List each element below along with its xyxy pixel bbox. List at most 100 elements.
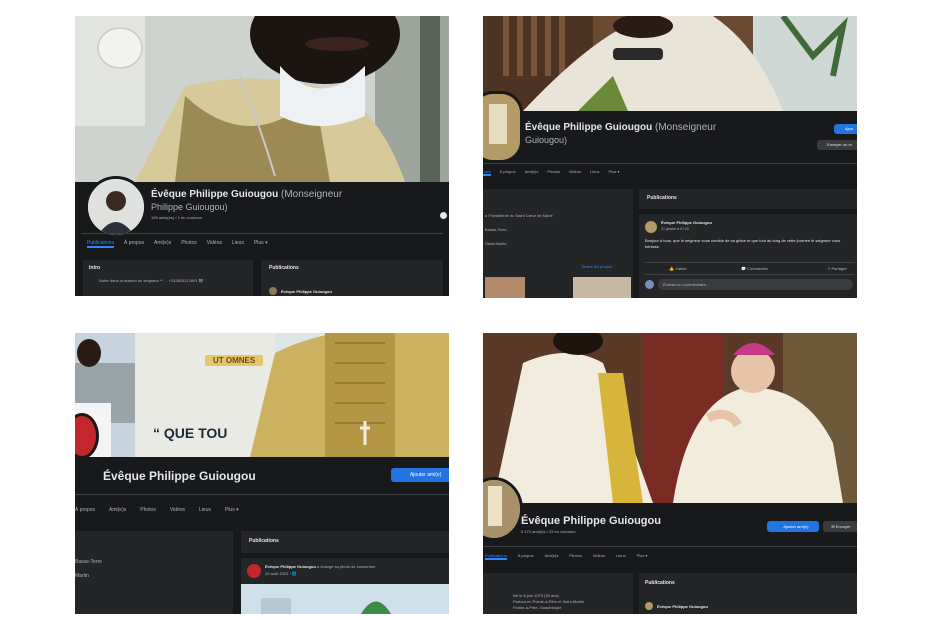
publications-card: Publications xyxy=(241,531,449,553)
tab-videos[interactable]: Vidéos xyxy=(207,240,222,248)
post-author[interactable]: Évêque Philippe Guiougou xyxy=(265,564,316,569)
profile-tabs: À propos Ami(e)s Photos Vidéos Lieux Plu… xyxy=(75,507,239,513)
friends-count: 165 amis(es) • 1 en commun xyxy=(151,215,202,220)
post-author[interactable]: Évêque Philippe Guiougou xyxy=(657,604,708,609)
post-card: Évêque Philippe Guiougou 21 janvier à 07… xyxy=(639,214,857,298)
friends-count: 5 473 ami(e)s • 23 en commun xyxy=(521,529,576,534)
intro-card: a l'Hostellerie du Saint Cœur de Marie B… xyxy=(483,189,633,298)
publications-card: Publications xyxy=(639,189,857,209)
tab-photos[interactable]: Photos xyxy=(140,507,156,513)
intro-title: Intro xyxy=(89,265,101,271)
tab-videos[interactable]: Vidéos xyxy=(593,553,605,560)
tab-more[interactable]: Plus ▾ xyxy=(609,169,620,176)
cover-photo: UT OMNES “ QUE TOU xyxy=(75,333,449,457)
send-message-button[interactable]: ✉ Envoyer xyxy=(823,521,857,532)
tab-more[interactable]: Plus ▾ xyxy=(637,553,648,560)
tab-videos[interactable]: Vidéos xyxy=(170,507,185,513)
intro-line: Partout en Pointe-à-Pitre et Saint-Marti… xyxy=(513,599,585,604)
intro-line: Pointe-à-Pitre, Guadeloupe xyxy=(513,605,562,610)
tab-friends[interactable]: Ami(e)s xyxy=(154,240,171,248)
profile-section: Évêque Philippe Guiougou (Monseigneur Gu… xyxy=(483,91,857,298)
profile-section: Évêque Philippe Guiougou 5 473 ami(e)s •… xyxy=(483,477,857,614)
profile-name: Évêque Philippe Guiougou (Monseigneur xyxy=(151,189,343,200)
send-message-button[interactable]: Envoyer un m xyxy=(817,140,857,150)
post-text: Bonjour à tous, que le seigneur vous com… xyxy=(645,238,841,249)
publications-card: Publications Évêque Philippe Guiougou xyxy=(261,260,443,296)
add-friend-button[interactable]: 👤 Ajouter ami(e) xyxy=(767,521,819,532)
tab-about[interactable]: À propos xyxy=(75,507,95,513)
see-all-photos-link[interactable]: Toutes les photos xyxy=(581,264,612,269)
photo-thumbnail[interactable] xyxy=(573,277,631,298)
profile-avatar[interactable] xyxy=(483,91,523,163)
photo-thumbnail[interactable] xyxy=(485,277,525,298)
tab-friends[interactable]: Ami(e)s xyxy=(109,507,126,513)
tab-friends[interactable]: Ami(e)s xyxy=(525,169,539,176)
publications-title: Publications xyxy=(647,195,677,201)
comment-button[interactable]: 💬 Commenter xyxy=(741,266,768,271)
tab-videos[interactable]: Vidéos xyxy=(569,169,581,176)
share-button[interactable]: ↗ Partager xyxy=(827,266,847,271)
cover-photo xyxy=(483,333,857,503)
post-avatar xyxy=(645,602,653,610)
tab-publications[interactable]: Publications xyxy=(87,240,114,248)
profile-alt-name: Philippe Guiougou) xyxy=(151,202,228,212)
tab-all[interactable]: Tout xyxy=(483,169,491,176)
post-action: a changé sa photo de couverture xyxy=(317,564,376,569)
profile-avatar[interactable] xyxy=(85,176,147,238)
tab-about[interactable]: À propos xyxy=(124,240,144,248)
publications-title: Publications xyxy=(249,538,279,544)
intro-line: Martin xyxy=(75,573,89,579)
tab-places[interactable]: Lieux xyxy=(232,240,244,248)
camera-icon[interactable] xyxy=(440,212,447,219)
post-author[interactable]: Évêque Philippe Guiougou xyxy=(661,220,712,225)
tab-more[interactable]: Plus ▾ xyxy=(254,240,268,248)
cover-photo xyxy=(75,16,449,182)
intro-line: Basse-Terre xyxy=(485,227,507,232)
intro-line: Né le 6 juin 1973 (50 ans) xyxy=(513,593,559,598)
comment-avatar xyxy=(645,280,654,289)
post-author[interactable]: Évêque Philippe Guiougou xyxy=(281,289,332,294)
like-button[interactable]: 👍 J'aime xyxy=(669,266,687,271)
profile-alt-name: Guiougou) xyxy=(525,135,568,145)
intro-line: a l'Hostellerie du Saint Cœur de Marie xyxy=(485,213,553,218)
tab-publications[interactable]: Publications xyxy=(485,553,507,560)
profile-tabs: Publications À propos Ami(e)s Photos Vid… xyxy=(87,240,268,248)
intro-line: Saint-Martin xyxy=(485,241,507,246)
add-friend-button[interactable]: 👤 Ajouter ami(e) xyxy=(391,468,449,482)
comment-input[interactable]: Écrivez un commentaire... xyxy=(658,279,853,290)
publications-card: Publications Évêque Philippe Guiougou xyxy=(639,573,857,614)
post-avatar xyxy=(269,287,277,295)
post-date[interactable]: 20 août 2023 · 🌐 xyxy=(265,571,297,576)
tab-places[interactable]: Lieux xyxy=(199,507,211,513)
banner-quote: “ QUE TOU xyxy=(153,425,228,441)
intro-card: Né le 6 juin 1973 (50 ans) Partout en Po… xyxy=(483,573,633,614)
post-image[interactable] xyxy=(241,584,449,614)
post-avatar xyxy=(247,564,261,578)
profile-section: Évêque Philippe Guiougou 👤 Ajouter ami(e… xyxy=(75,457,449,614)
tab-about[interactable]: À propos xyxy=(500,169,516,176)
profile-tabs: Publications À propos Ami(e)s Photos Vid… xyxy=(485,553,647,560)
tab-about[interactable]: À propos xyxy=(518,553,534,560)
screenshot-panel-1: Évêque Philippe Guiougou (Monseigneur Ph… xyxy=(75,16,449,296)
tab-places[interactable]: Lieux xyxy=(590,169,600,176)
banner-motto: UT OMNES xyxy=(205,355,264,366)
tab-photos[interactable]: Photos xyxy=(569,553,581,560)
intro-card: Intro Notre dans la maison du seigneur *… xyxy=(83,260,253,296)
tab-places[interactable]: Lieux xyxy=(616,553,626,560)
intro-line: Basse-Terre xyxy=(75,559,102,565)
screenshot-panel-3: UT OMNES “ QUE TOU Évêque Philippe Guiou… xyxy=(75,333,449,614)
screenshot-panel-2: Évêque Philippe Guiougou (Monseigneur Gu… xyxy=(483,16,857,298)
tab-friends[interactable]: Ami(e)s xyxy=(545,553,559,560)
profile-tabs: Tout À propos Ami(e)s Photos Vidéos Lieu… xyxy=(483,169,619,176)
add-friend-button[interactable]: Ajou xyxy=(834,124,857,134)
publications-title: Publications xyxy=(269,265,299,271)
publications-title: Publications xyxy=(645,580,675,586)
post-date[interactable]: 21 janvier à 07:20 xyxy=(661,227,689,231)
post-header: Évêque Philippe Guiougou a changé sa pho… xyxy=(265,564,376,569)
post-avatar xyxy=(645,221,657,233)
tab-photos[interactable]: Photos xyxy=(181,240,197,248)
tab-photos[interactable]: Photos xyxy=(547,169,559,176)
tab-more[interactable]: Plus ▾ xyxy=(225,507,239,513)
profile-name: Évêque Philippe Guiougou xyxy=(521,515,661,527)
cover-photo xyxy=(483,16,857,111)
